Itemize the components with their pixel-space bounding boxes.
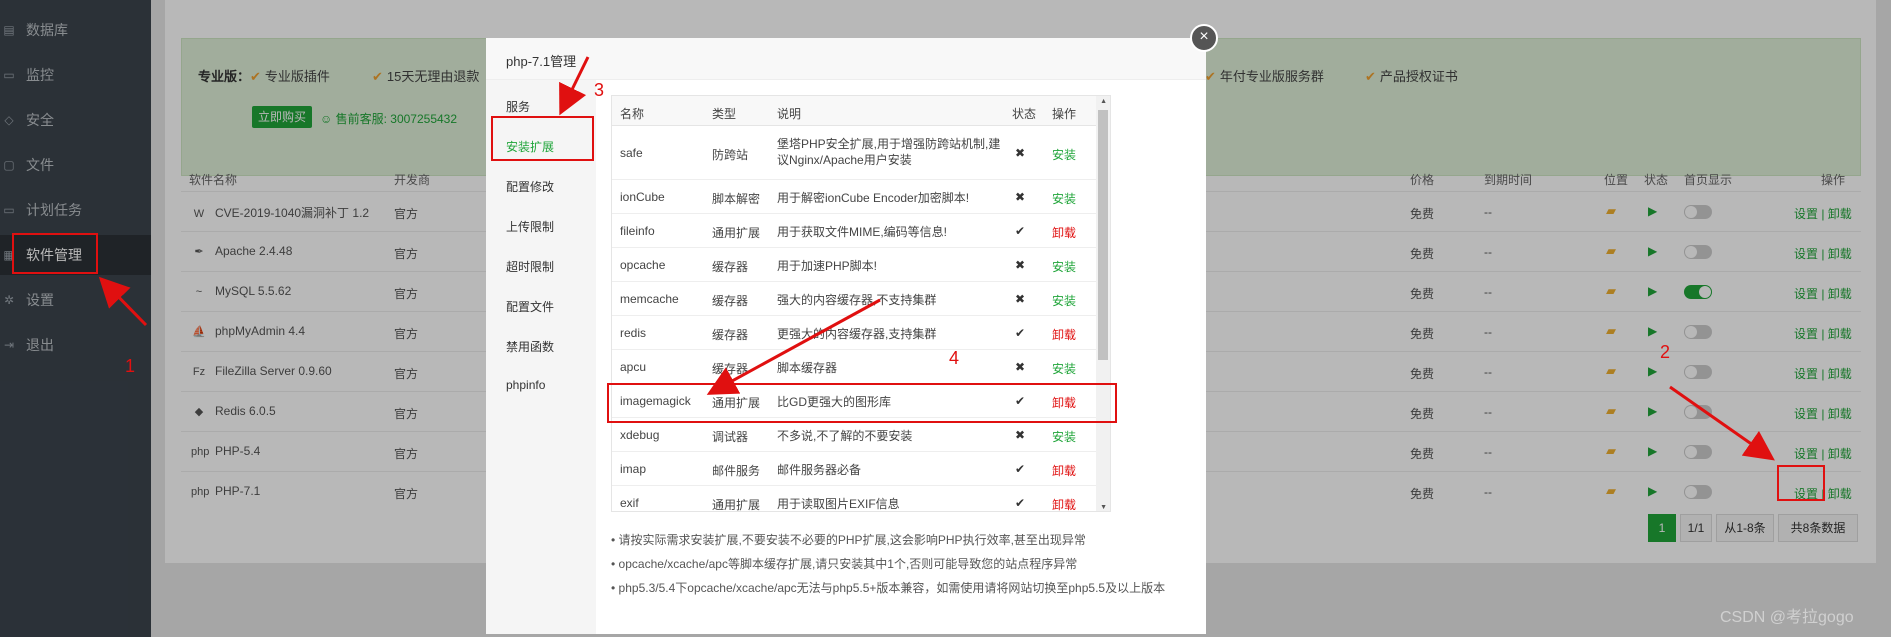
arrow-1	[98, 276, 148, 327]
arrow-3	[559, 56, 590, 116]
annotation-arrows	[98, 56, 1775, 461]
watermark: CSDN @考拉gogo	[1720, 609, 1854, 626]
arrow-2	[1669, 385, 1775, 461]
arrow-4	[706, 298, 881, 395]
